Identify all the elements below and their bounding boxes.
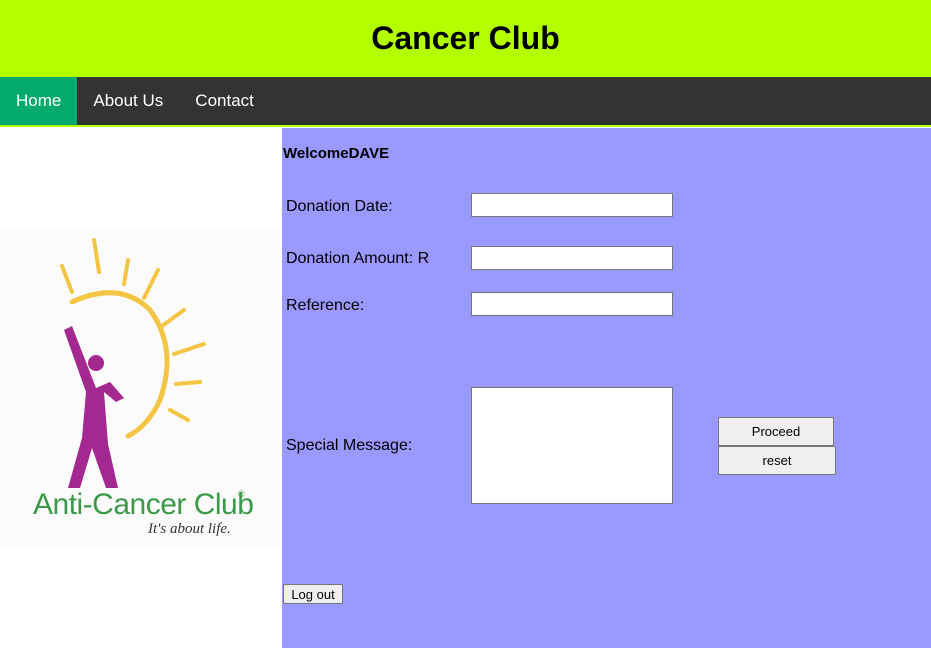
nav-item-home[interactable]: Home [0,77,78,125]
reference-label: Reference: [286,297,365,314]
sun-rays-icon [60,238,206,422]
reset-button[interactable]: reset [718,446,836,475]
main-panel: WelcomeDAVE Donation Date: Donation Amou… [282,128,931,648]
logo-registered-mark: ® [238,489,245,499]
donation-date-label: Donation Date: [286,198,393,215]
welcome-message: WelcomeDAVE [283,145,390,162]
site-header: Cancer Club [0,0,931,77]
figure-icon [64,326,124,488]
nav-item-contact[interactable]: Contact [179,77,270,125]
special-message-textarea[interactable] [471,387,673,504]
proceed-button[interactable]: Proceed [718,417,834,446]
logout-button[interactable]: Log out [283,584,343,604]
page-title: Cancer Club [371,20,560,56]
donation-amount-input[interactable] [471,246,673,270]
special-message-label: Special Message: [286,437,413,454]
reference-input[interactable] [471,292,673,316]
nav-bar: Home About Us Contact [0,77,931,125]
donation-amount-label: Donation Amount: R [286,250,430,267]
nav-item-about-us[interactable]: About Us [77,77,179,125]
logo-tagline: It's about life. [148,521,231,537]
logo-brand-text: Anti-Cancer Club [33,488,254,521]
donation-date-input[interactable] [471,193,673,217]
nav-divider [0,125,931,127]
